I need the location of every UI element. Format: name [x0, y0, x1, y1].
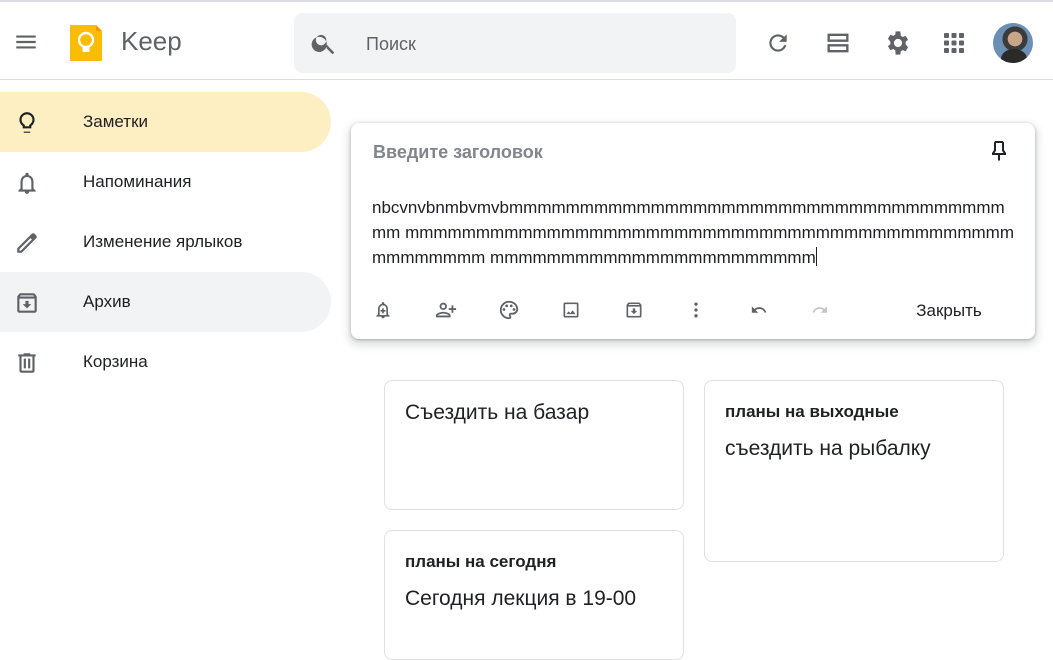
sidebar-item-label: Заметки [83, 112, 149, 131]
list-view-icon [827, 33, 849, 53]
more-options-button[interactable] [681, 295, 711, 325]
collaborator-button[interactable] [431, 295, 461, 325]
note-body-line: mmmmmmmmmmmmmmmmmmmmmmm [490, 248, 816, 267]
text-caret [815, 247, 817, 266]
archive-icon [626, 302, 642, 318]
note-card[interactable]: планы на выходные съездить на рыбалку [704, 380, 1004, 562]
search-input[interactable] [364, 27, 708, 61]
lightbulb-logo-icon [70, 25, 102, 61]
sidebar-item-edit-labels[interactable]: Изменение ярлыков [0, 212, 331, 272]
sidebar-item-archive[interactable]: Архив [0, 272, 331, 332]
remind-me-icon [376, 302, 390, 319]
sidebar: Заметки Напоминания Изменение ярлыков Ар… [0, 92, 332, 392]
note-card[interactable]: Съездить на базар [384, 380, 684, 510]
search-bar [294, 13, 736, 73]
main-menu-button[interactable] [6, 22, 46, 62]
redo-icon [812, 306, 827, 313]
sidebar-item-label: Корзина [83, 352, 148, 371]
note-editor: nbcvnvbnmbvmvbmmmmmmmmmmmmmmmmmmmmmmmmmm… [351, 123, 1035, 339]
palette-icon [499, 300, 519, 320]
apps-icon [944, 33, 964, 53]
pin-icon [992, 141, 1006, 161]
sidebar-item-reminders[interactable]: Напоминания [0, 152, 331, 212]
settings-icon [887, 31, 909, 55]
top-bar: Keep [0, 0, 1053, 80]
close-button[interactable]: Закрыть [899, 295, 999, 327]
more-vert-icon [694, 302, 698, 318]
bell-icon [18, 172, 36, 194]
sidebar-item-label: Архив [83, 292, 131, 311]
remind-me-button[interactable] [368, 295, 398, 325]
add-image-button[interactable] [556, 295, 586, 325]
pin-note-button[interactable] [983, 135, 1015, 167]
note-title: планы на сегодня [405, 552, 557, 571]
note-body: съездить на рыбалку [725, 437, 931, 460]
undo-icon [751, 306, 767, 313]
refresh-icon [769, 34, 787, 52]
account-avatar[interactable] [993, 23, 1033, 63]
image-icon [563, 302, 579, 318]
redo-button[interactable] [805, 295, 835, 325]
note-title: планы на выходные [725, 402, 899, 421]
note-title-input[interactable] [371, 137, 975, 167]
refresh-button[interactable] [758, 23, 798, 63]
list-view-button[interactable] [818, 23, 858, 63]
note-body-input[interactable]: nbcvnvbnmbvmvbmmmmmmmmmmmmmmmmmmmmmmmmmm… [372, 195, 1017, 270]
sidebar-item-label: Изменение ярлыков [83, 232, 243, 251]
note-body: Сегодня лекция в 19-00 [405, 587, 637, 610]
collaborator-icon [435, 302, 457, 318]
archive-icon [17, 293, 37, 313]
sidebar-item-notes[interactable]: Заметки [0, 92, 331, 152]
lightbulb-icon [19, 112, 35, 133]
google-apps-button[interactable] [934, 23, 974, 63]
note-body: Съездить на базар [405, 401, 590, 424]
undo-button[interactable] [744, 295, 774, 325]
search-icon[interactable] [310, 29, 338, 57]
sidebar-item-label: Напоминания [83, 172, 192, 191]
pencil-icon [17, 233, 37, 253]
app-title: Keep [121, 26, 182, 56]
trash-icon [18, 353, 36, 373]
note-card[interactable]: планы на сегодня Сегодня лекция в 19-00 [384, 530, 684, 660]
menu-icon [16, 35, 36, 49]
background-options-button[interactable] [494, 295, 524, 325]
settings-button[interactable] [878, 23, 918, 63]
archive-note-button[interactable] [619, 295, 649, 325]
sidebar-item-trash[interactable]: Корзина [0, 332, 331, 392]
keep-logo[interactable] [66, 23, 106, 63]
